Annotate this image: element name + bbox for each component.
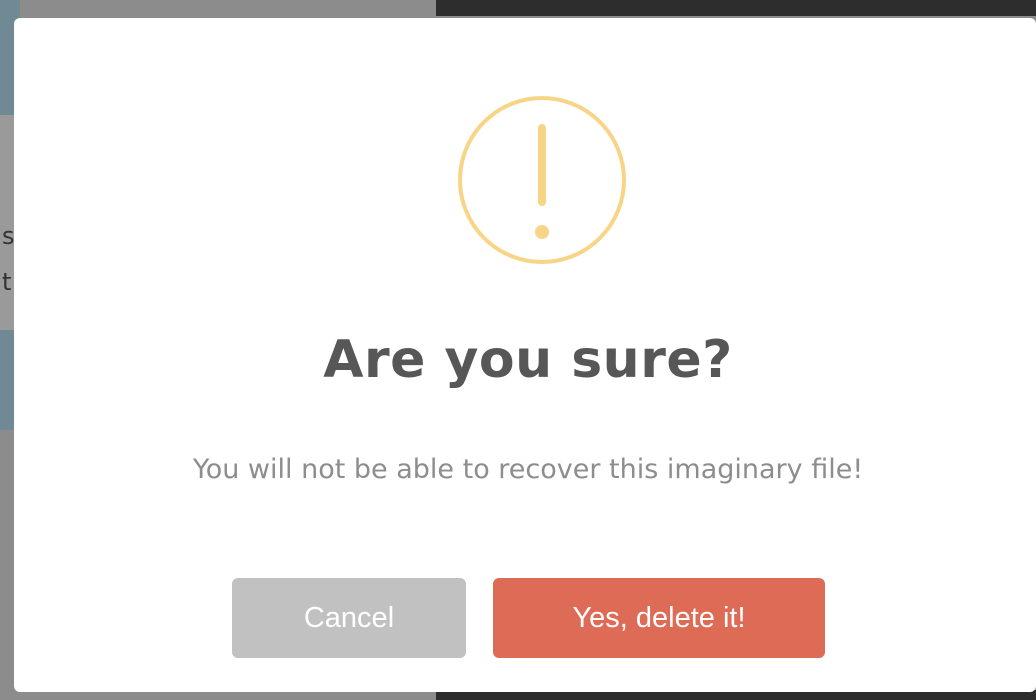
- warning-icon: [458, 96, 626, 264]
- confirm-delete-button[interactable]: Yes, delete it!: [493, 578, 825, 658]
- cancel-button[interactable]: Cancel: [232, 578, 466, 658]
- background-partial-text: t: [2, 268, 12, 296]
- background-partial-text: s: [2, 222, 15, 250]
- background-dark-panel: [436, 0, 1036, 16]
- dialog-message: You will not be able to recover this ima…: [192, 454, 864, 485]
- dialog-title: Are you sure?: [323, 330, 733, 390]
- confirm-dialog: Are you sure? You will not be able to re…: [14, 18, 1036, 692]
